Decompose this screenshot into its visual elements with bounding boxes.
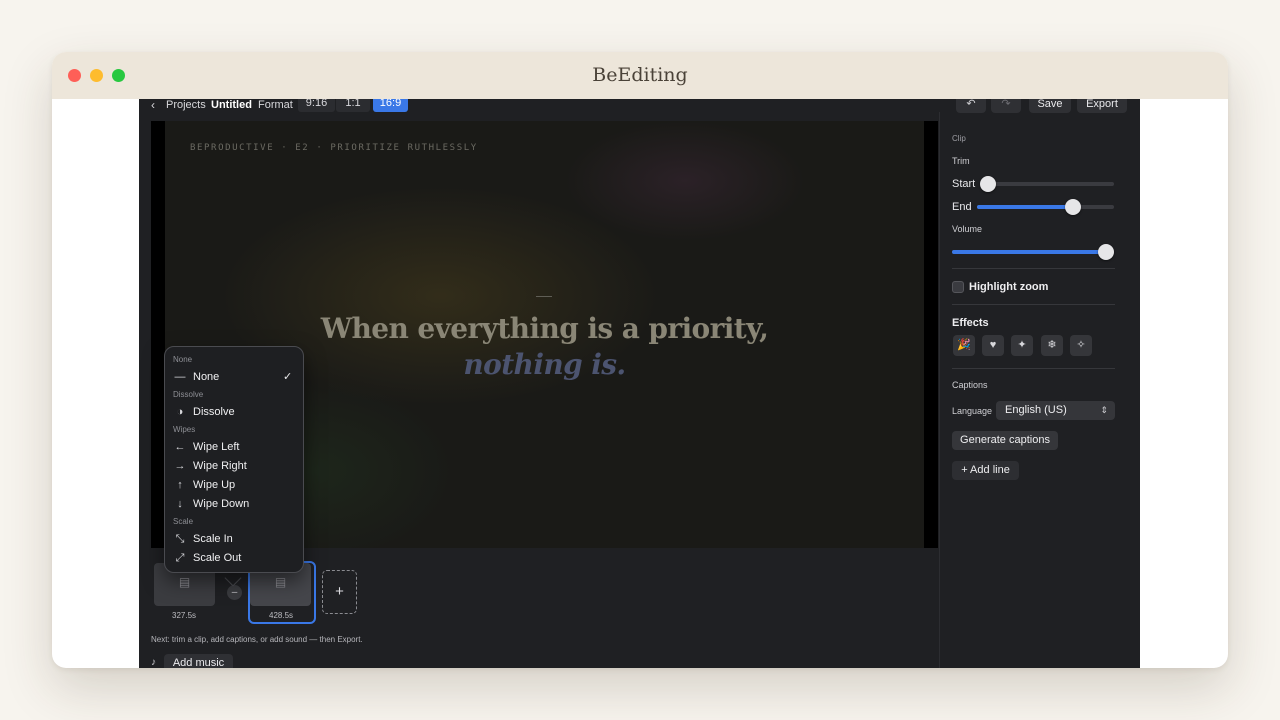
export-button[interactable]: Export <box>1077 99 1127 113</box>
format-option-16-9[interactable]: 16:9 <box>373 99 408 112</box>
menu-item-scale-in[interactable]: ⤡ Scale In <box>165 530 303 548</box>
menu-item-label: Scale Out <box>193 552 242 564</box>
section-clip-label: Clip <box>952 134 966 143</box>
menu-section-dissolve: Dissolve <box>173 390 204 399</box>
trim-end-label: End <box>952 201 972 213</box>
trim-start-handle[interactable] <box>980 176 996 192</box>
menu-section-wipes: Wipes <box>173 425 196 434</box>
save-button[interactable]: Save <box>1029 99 1071 113</box>
scale-out-icon: ⤢ <box>175 552 185 564</box>
chevron-updown-icon: ⇕ <box>1100 405 1108 415</box>
language-label: Language <box>952 406 993 416</box>
volume-handle[interactable] <box>1098 244 1114 260</box>
snowflake-icon[interactable]: ❄ <box>1041 335 1063 356</box>
redo-button[interactable]: ↷ <box>991 99 1021 113</box>
highlight-zoom-label[interactable]: Highlight zoom <box>969 281 1048 293</box>
film-icon: ▤ <box>274 575 287 589</box>
format-label: Format <box>258 99 293 111</box>
trim-end-fill <box>977 205 1073 209</box>
next-steps-hint: Next: trim a clip, add captions, or add … <box>151 635 363 644</box>
menu-item-label: Wipe Right <box>193 460 247 472</box>
project-name[interactable]: Untitled <box>211 99 252 112</box>
captions-label: Captions <box>952 380 988 390</box>
menu-item-wipe-left[interactable]: ← Wipe Left <box>165 438 303 456</box>
language-value: English (US) <box>1005 404 1067 416</box>
film-icon: ▤ <box>178 575 191 589</box>
sparkles-icon[interactable]: ✧ <box>1070 335 1092 356</box>
arrow-left-icon: ← <box>174 441 186 453</box>
projects-link[interactable]: Projects <box>166 99 206 112</box>
language-select[interactable]: English (US) ⇕ <box>996 401 1115 420</box>
divider <box>952 268 1115 269</box>
undo-button[interactable]: ↶ <box>956 99 986 113</box>
menu-section-none: None <box>173 355 193 364</box>
arrow-right-icon: → <box>174 460 186 472</box>
quote-dash <box>536 296 552 297</box>
clip-duration-1: 327.5s <box>172 611 197 620</box>
menu-section-scale: Scale <box>173 517 194 526</box>
party-popper-icon[interactable]: 🎉 <box>953 335 975 356</box>
menu-item-scale-out[interactable]: ⤢ Scale Out <box>165 549 303 567</box>
generate-captions-button[interactable]: Generate captions <box>952 431 1058 450</box>
quote-main: When everything is a priority, <box>320 312 769 345</box>
menu-item-label: None <box>193 371 220 383</box>
menu-item-label: Wipe Down <box>193 498 250 510</box>
trim-end-slider[interactable] <box>977 199 1114 215</box>
trim-start-label: Start <box>952 178 976 190</box>
add-clip-button[interactable]: + <box>322 570 357 614</box>
dash-icon: — <box>174 371 186 383</box>
transition-button[interactable]: – <box>227 585 242 600</box>
episode-kicker: BEPRODUCTIVE · E2 · PRIORITIZE RUTHLESSL… <box>190 143 478 153</box>
highlight-zoom-checkbox[interactable] <box>952 281 964 293</box>
app-window: BeEditing ‹ Projects Untitled Format 9:1… <box>52 52 1228 668</box>
menu-item-wipe-up[interactable]: ↑ Wipe Up <box>165 476 303 494</box>
music-note-icon: ♪ <box>151 657 156 668</box>
chevron-left-icon[interactable]: ‹ <box>151 99 155 112</box>
menu-item-label: Dissolve <box>193 406 235 418</box>
title-bar: BeEditing <box>52 52 1228 99</box>
quote-emphasis: nothing is. <box>463 348 626 381</box>
menu-item-label: Wipe Left <box>193 441 240 453</box>
editor: ‹ Projects Untitled Format 9:16 1:1 16:9… <box>139 99 1140 668</box>
divider <box>952 368 1115 369</box>
format-option-9-16[interactable]: 9:16 <box>298 99 335 112</box>
menu-item-dissolve[interactable]: ◑ Dissolve <box>165 403 303 421</box>
format-option-1-1[interactable]: 1:1 <box>336 99 370 112</box>
trim-end-handle[interactable] <box>1064 199 1081 215</box>
effects-label: Effects <box>952 317 989 329</box>
add-line-button[interactable]: + Add line <box>952 461 1019 480</box>
menu-item-none[interactable]: — None ✓ <box>165 368 303 386</box>
arrow-down-icon: ↓ <box>177 498 183 510</box>
add-music-button[interactable]: Add music <box>164 654 233 668</box>
volume-label: Volume <box>952 224 983 234</box>
clip-duration-2: 428.5s <box>269 611 294 620</box>
top-bar: ‹ Projects Untitled Format 9:16 1:1 16:9… <box>139 99 1140 113</box>
quote-text: When everything is a priority, nothing i… <box>265 311 824 383</box>
divider <box>952 304 1115 305</box>
arrow-up-icon: ↑ <box>177 479 183 491</box>
menu-item-label: Scale In <box>193 533 233 545</box>
volume-slider[interactable] <box>952 244 1114 260</box>
half-circle-icon: ◑ <box>176 406 184 418</box>
scale-in-icon: ⤡ <box>175 533 185 545</box>
trim-start-slider[interactable] <box>980 176 1114 192</box>
window-title: BeEditing <box>592 64 688 86</box>
heart-icon[interactable]: ♥ <box>982 335 1004 356</box>
transition-menu: None — None ✓ Dissolve ◑ Dissolve Wipes … <box>164 346 304 573</box>
checkmark-icon: ✓ <box>283 371 293 383</box>
menu-item-wipe-right[interactable]: → Wipe Right <box>165 457 303 475</box>
volume-fill <box>952 250 1106 254</box>
menu-item-label: Wipe Up <box>193 479 236 491</box>
sparkle-icon[interactable]: ✦ <box>1011 335 1033 356</box>
inspector-panel: Clip Trim Start End Volume Highlight zoo… <box>940 112 1140 668</box>
menu-item-wipe-down[interactable]: ↓ Wipe Down <box>165 495 303 513</box>
trim-label: Trim <box>952 156 970 166</box>
